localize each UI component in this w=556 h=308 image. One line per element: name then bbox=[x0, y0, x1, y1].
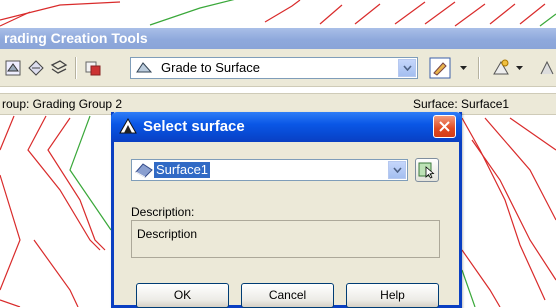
chevron-down-icon[interactable] bbox=[456, 57, 470, 79]
app-icon bbox=[118, 117, 138, 140]
select-surface-dialog: Select surface Surface1 Description: Des… bbox=[111, 112, 462, 308]
contour-line bbox=[461, 249, 501, 307]
surface-status-label: Surface: Surface1 bbox=[413, 97, 510, 111]
criteria-set-icon[interactable] bbox=[82, 57, 104, 79]
toolbar-separator bbox=[478, 57, 480, 79]
chevron-down-icon[interactable] bbox=[398, 59, 416, 77]
tool-icon[interactable] bbox=[536, 57, 556, 79]
surface-icon bbox=[135, 162, 153, 183]
description-label: Description: bbox=[131, 205, 195, 219]
contour-line bbox=[424, 1, 456, 25]
grade-mode-value: Grade to Surface bbox=[161, 60, 260, 75]
chevron-down-icon[interactable] bbox=[512, 57, 526, 79]
contour-line bbox=[0, 299, 21, 307]
group-icon[interactable] bbox=[2, 57, 24, 79]
grading-group-label: roup: Grading Group 2 bbox=[2, 97, 123, 111]
contour-line bbox=[519, 3, 546, 25]
description-field: Description bbox=[131, 220, 440, 258]
contour-line bbox=[0, 115, 15, 151]
contour-line bbox=[47, 117, 106, 251]
pick-surface-icon[interactable] bbox=[415, 158, 439, 182]
create-grading-icon[interactable] bbox=[490, 57, 512, 79]
chevron-down-icon[interactable] bbox=[388, 161, 406, 179]
contour-line bbox=[69, 115, 112, 231]
palette-title: rading Creation Tools bbox=[0, 28, 556, 49]
contour-line bbox=[149, 0, 235, 26]
ok-button[interactable]: OK bbox=[136, 283, 229, 308]
contour-line bbox=[319, 4, 343, 25]
contour-line bbox=[454, 3, 486, 27]
contour-line bbox=[489, 3, 516, 25]
contour-line bbox=[509, 117, 556, 151]
contour-line bbox=[354, 3, 381, 25]
contour-line bbox=[539, 13, 556, 27]
contour-line bbox=[484, 117, 556, 221]
contour-line bbox=[264, 0, 301, 23]
contour-line bbox=[471, 139, 556, 281]
layers-icon[interactable] bbox=[48, 57, 70, 79]
surface-select[interactable]: Surface1 bbox=[131, 159, 408, 181]
edit-surface-icon[interactable] bbox=[428, 57, 454, 79]
description-value: Description bbox=[137, 227, 198, 241]
contour-line bbox=[461, 269, 476, 307]
grading-toolbar: Grade to Surface bbox=[0, 49, 556, 87]
contour-line bbox=[461, 117, 546, 301]
grade-surface-icon bbox=[135, 60, 153, 81]
dialog-titlebar[interactable]: Select surface bbox=[111, 112, 462, 142]
toolbar-separator bbox=[75, 57, 77, 79]
contour-line bbox=[394, 1, 426, 25]
surface-select-value: Surface1 bbox=[154, 162, 211, 178]
cancel-button[interactable]: Cancel bbox=[241, 283, 334, 308]
grade-mode-select[interactable]: Grade to Surface bbox=[130, 57, 418, 79]
contour-line bbox=[0, 174, 21, 291]
contour-line bbox=[33, 239, 79, 307]
help-button[interactable]: Help bbox=[346, 283, 439, 308]
contour-line bbox=[27, 115, 101, 251]
target-surface-icon[interactable] bbox=[25, 57, 47, 79]
dialog-title: Select surface bbox=[143, 118, 245, 135]
close-icon[interactable] bbox=[433, 115, 456, 138]
